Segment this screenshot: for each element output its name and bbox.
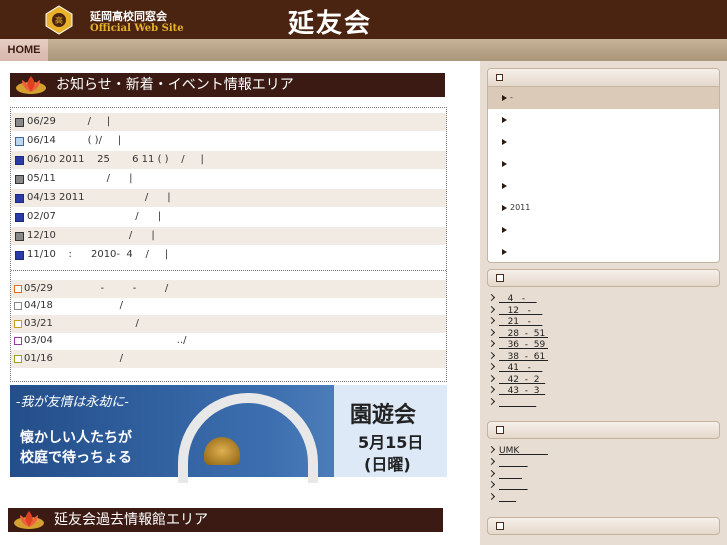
lotus-flower-icon (14, 511, 44, 529)
site-title[interactable]: 延友会 (288, 3, 372, 40)
sidebar: - 2011 4 - 12 - 21 - 28 - 51 36 - 59 38 … (480, 61, 727, 545)
news-item[interactable]: 06/10 2011 25 6 11 ( ) / | (11, 151, 446, 169)
school-crest-icon: 高 (45, 5, 73, 35)
arrow-right-icon (502, 227, 507, 233)
chevron-right-icon (487, 469, 496, 478)
document-icon (15, 232, 24, 241)
plus-box-icon (14, 337, 22, 345)
event-date: 5月15日 (358, 433, 424, 452)
news-item[interactable]: 06/29 / | (11, 113, 446, 131)
sidebar-menu-item[interactable] (488, 109, 719, 131)
news-item[interactable]: 03/21 / (11, 315, 446, 333)
svg-text:高: 高 (55, 15, 63, 25)
banner-motto: -我が友情は永劫に- (16, 395, 129, 410)
document-icon (15, 118, 24, 127)
chevron-right-icon (487, 397, 496, 406)
site-header: 高 延岡高校同窓会 Official Web Site 延友会 (0, 0, 727, 39)
sidebar-menu-item[interactable] (488, 131, 719, 153)
chevron-right-icon (487, 457, 496, 466)
square-icon (496, 522, 504, 530)
sidebar-menu-header (488, 69, 719, 87)
plus-box-icon (14, 302, 22, 310)
bell-icon (204, 437, 240, 465)
chevron-right-icon (487, 362, 496, 371)
chevron-right-icon (487, 305, 496, 314)
sidebar-menu-item[interactable] (488, 219, 719, 241)
news-item[interactable]: 11/10 : 2010- 4 / | (11, 246, 446, 264)
plus-box-icon (14, 355, 22, 363)
arrow-right-icon (502, 139, 507, 145)
link-icon (15, 213, 24, 222)
official-site-label: Official Web Site (90, 23, 184, 34)
event-day: (日曜) (364, 455, 411, 474)
arrow-right-icon (502, 183, 507, 189)
link-icon (15, 251, 24, 260)
extra-section-header[interactable] (487, 517, 720, 535)
photo-icon (15, 137, 24, 146)
square-icon (496, 274, 504, 282)
news-item[interactable]: 02/07 / | (11, 208, 446, 226)
link-icon (15, 194, 24, 203)
news-heading: お知らせ・新着・イベント情報エリア (10, 73, 445, 97)
event-name: 園遊会 (350, 402, 417, 428)
news-heading-text: お知らせ・新着・イベント情報エリア (56, 77, 294, 93)
news-item[interactable]: 12/10 / | (11, 227, 446, 245)
garden-party-banner[interactable]: -我が友情は永劫に- 懐かしい人たちが 校庭で待っちょる 園遊会 5月15日 (… (10, 385, 447, 483)
nav-bar: HOME (0, 39, 727, 61)
chevron-right-icon (487, 445, 496, 454)
link-icon (15, 156, 24, 165)
chevron-right-icon (487, 339, 496, 348)
sidebar-menu-box: - 2011 (487, 68, 720, 263)
news-item[interactable]: 01/16 / (11, 350, 446, 368)
chevron-right-icon (487, 351, 496, 360)
chevron-right-icon (487, 293, 496, 302)
banner-message-line1: 懐かしい人たちが (20, 430, 132, 446)
news-item[interactable]: 04/18 / (11, 297, 446, 315)
chevron-right-icon (487, 316, 496, 325)
home-button[interactable]: HOME (0, 39, 48, 61)
arrow-right-icon (502, 117, 507, 123)
arrow-right-icon (502, 161, 507, 167)
lotus-flower-icon (16, 76, 46, 94)
document-icon (15, 175, 24, 184)
sidebar-menu-item[interactable]: - (488, 87, 719, 109)
plus-box-icon (14, 285, 22, 293)
sidebar-menu-item[interactable] (488, 175, 719, 197)
news-item[interactable]: 05/29 - - / (11, 280, 446, 298)
chevron-right-icon (487, 492, 496, 501)
chevron-right-icon (487, 374, 496, 383)
news-list: 06/29 / | 06/14 ( )/ | 06/10 2011 25 6 1… (10, 107, 447, 382)
arch-image (178, 393, 318, 483)
sidebar-menu-item[interactable] (488, 153, 719, 175)
chevron-right-icon (487, 328, 496, 337)
chevron-right-icon (487, 385, 496, 394)
past-info-heading-text: 延友会過去情報館エリア (54, 512, 208, 528)
arrow-right-icon (502, 249, 507, 255)
arrow-right-icon (502, 95, 507, 101)
sidebar-menu-item[interactable]: 2011 (488, 197, 719, 219)
chevron-right-icon (487, 480, 496, 489)
square-icon (496, 426, 504, 434)
news-divider (11, 270, 446, 271)
past-info-heading: 延友会過去情報館エリア (8, 508, 443, 532)
banner-message-line2: 校庭で待っちょる (20, 450, 132, 466)
other-links-header[interactable] (487, 421, 720, 439)
news-item[interactable]: 04/13 2011 / | (11, 189, 446, 207)
class-links-header[interactable] (487, 269, 720, 287)
school-name: 延岡高校同窓会 (90, 10, 167, 23)
arrow-right-icon (502, 205, 507, 211)
plus-box-icon (14, 320, 22, 328)
news-item[interactable]: 05/11 / | (11, 170, 446, 188)
sidebar-menu-item[interactable] (488, 241, 719, 263)
square-icon (496, 74, 503, 81)
news-item[interactable]: 03/04 ../ (11, 332, 446, 350)
news-item[interactable]: 06/14 ( )/ | (11, 132, 446, 150)
